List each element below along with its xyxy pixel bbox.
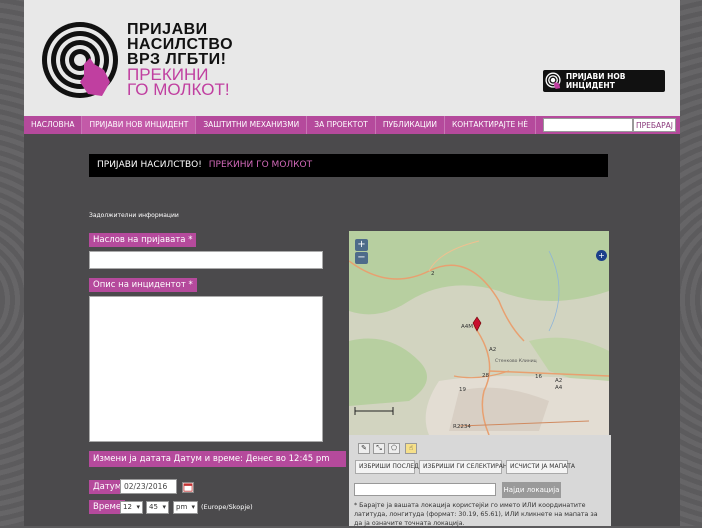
background-pattern-left: [0, 0, 24, 526]
clear-map-button[interactable]: ИСЧИСТИ ЈА МАПАТА: [506, 460, 575, 474]
map-road-label: A2: [489, 347, 496, 353]
logo-line-1: ПРИЈАВИ: [127, 21, 208, 38]
required-note: Задолжителни информации: [89, 212, 179, 219]
title-label: Наслов на пријавата *: [89, 233, 197, 247]
calendar-icon[interactable]: [182, 482, 194, 493]
description-label: Опис на инцидентот *: [89, 278, 197, 292]
map-road-label: 19: [459, 387, 466, 393]
page-banner: ПРИЈАВИ НАСИЛСТВО! ПРЕКИНИ ГО МОЛКОТ: [89, 154, 608, 177]
map-road-label: A4M: [461, 324, 473, 330]
layer-switcher-button[interactable]: +: [596, 250, 607, 261]
zoom-in-button[interactable]: +: [355, 239, 368, 251]
date-change-label[interactable]: Измени ја датата Датум и време: Денес во…: [89, 451, 346, 467]
logo-line-5: ГО МОЛКОТ!: [127, 80, 230, 99]
delete-last-button[interactable]: ИЗБРИШИ ПОСЛЕДНО: [355, 460, 428, 474]
logo-icon[interactable]: [40, 20, 122, 102]
description-textarea[interactable]: [89, 296, 323, 442]
map-road-label: 2: [431, 271, 435, 277]
location-search-input[interactable]: [354, 483, 496, 496]
title-input[interactable]: [89, 251, 323, 269]
map-town-label: Стенково Клиниц: [495, 358, 537, 364]
site-header: ПРИЈАВИ НАСИЛСТВО ВРЗ ЛГБТИ! ПРЕКИНИ ГО …: [24, 0, 680, 116]
date-input[interactable]: 02/23/2016: [120, 479, 177, 494]
delete-selected-button[interactable]: ИЗБРИШИ ГИ СЕЛЕКТИРАНИТЕ: [419, 460, 519, 474]
nav-item-publications[interactable]: ПУБЛИКАЦИИ: [376, 116, 445, 134]
select-tool-icon[interactable]: ☝: [405, 443, 417, 454]
logo-line-2: НАСИЛСТВО: [127, 36, 234, 53]
ampm-select[interactable]: pm: [173, 501, 198, 514]
map-tiles: A4M A2 A2 A4 28 16 19 R2234 2 Стенково К…: [349, 231, 609, 435]
logo-small-icon: [545, 72, 561, 90]
map-road-label: 16: [535, 374, 542, 380]
map-tools-panel: ✎ ⤡ ⬠ ☝ ИЗБРИШИ ПОСЛЕДНО ИЗБРИШИ ГИ СЕЛЕ…: [349, 435, 611, 527]
search-input[interactable]: [543, 118, 633, 132]
report-incident-header-label: ПРИЈАВИ НОВ ИНЦИДЕНТ: [565, 72, 626, 90]
report-incident-header-button[interactable]: ПРИЈАВИ НОВ ИНЦИДЕНТ: [543, 70, 665, 92]
banner-highlight: ПРЕКИНИ ГО МОЛКОТ: [208, 160, 313, 170]
page-container: ПРИЈАВИ НАСИЛСТВО ВРЗ ЛГБТИ! ПРЕКИНИ ГО …: [24, 0, 680, 527]
timezone-label: (Europe/Skopje): [201, 503, 253, 511]
nav-item-about[interactable]: ЗА ПРОЕКТОТ: [307, 116, 376, 134]
minute-select[interactable]: 45: [146, 501, 169, 514]
nav-item-protection[interactable]: ЗАШТИТНИ МЕХАНИЗМИ: [196, 116, 308, 134]
map-road-label: R2234: [453, 424, 471, 430]
banner-text: ПРИЈАВИ НАСИЛСТВО!: [97, 160, 202, 170]
nav-item-contact[interactable]: КОНТАКТИРАЈТЕ НÈ: [445, 116, 536, 134]
background-pattern-right: [680, 0, 702, 526]
map-road-label: 28: [482, 373, 489, 379]
location-help-text: * Барајте ја вашата локација користејќи …: [354, 502, 598, 527]
nav-item-home[interactable]: НАСЛОВНА: [24, 116, 83, 134]
zoom-out-button[interactable]: −: [355, 252, 368, 264]
incident-map[interactable]: A4M A2 A2 A4 28 16 19 R2234 2 Стенково К…: [349, 231, 609, 435]
draw-line-icon[interactable]: ⤡: [373, 443, 385, 454]
map-road-label: A4: [555, 385, 563, 391]
draw-polygon-icon[interactable]: ⬠: [388, 443, 400, 454]
nav-item-report[interactable]: ПРИЈАВИ НОВ ИНЦИДЕНТ: [82, 116, 197, 134]
map-road-label: A2: [555, 378, 562, 384]
search-button[interactable]: ПРЕБАРАЈ: [633, 118, 676, 132]
draw-point-icon[interactable]: ✎: [358, 443, 370, 454]
logo-text: ПРИЈАВИ НАСИЛСТВО ВРЗ ЛГБТИ! ПРЕКИНИ ГО …: [127, 21, 234, 99]
hour-select[interactable]: 12: [120, 501, 143, 514]
find-location-button[interactable]: Најди локација: [502, 482, 561, 498]
